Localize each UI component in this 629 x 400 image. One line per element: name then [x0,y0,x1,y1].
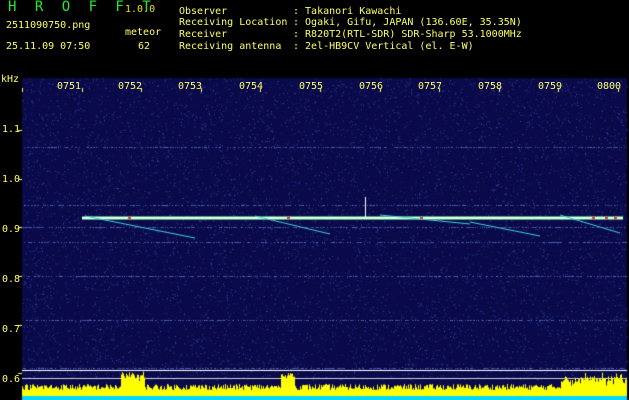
file-name: 2511090750.png [6,20,91,31]
timestamp: 25.11.09 07:50 [6,41,91,52]
y-tick-label: 1.0 [2,174,21,185]
x-tick-label: 0759 [538,81,563,92]
spectrogram-plot [0,0,629,400]
x-tick-label: 0756 [359,81,384,92]
x-tick-label: 0751 [57,81,82,92]
meteor-count: 62 [138,41,151,52]
antenna-label: Receiving antenna [179,41,282,52]
y-tick-label: 0.8 [2,274,21,285]
y-axis-unit: kHz [1,74,20,85]
x-tick-label: 0757 [418,81,443,92]
x-tick-label: 0800 [597,81,622,92]
x-tick-label: 0753 [178,81,203,92]
x-tick-label: 0758 [478,81,503,92]
x-tick-label: 0754 [239,81,264,92]
x-tick-label: 0755 [299,81,324,92]
y-tick-label: 0.9 [2,224,21,235]
y-tick-label: 0.6 [2,374,21,385]
y-tick-label: 1.1 [2,124,21,135]
antenna-value: : 2el-HB9CV Vertical (el. E-W) [293,41,474,52]
x-tick-label: 0752 [118,81,143,92]
mode-label: meteor [125,27,162,38]
app-version: 1.0.0 [125,4,156,15]
y-tick-label: 0.7 [2,324,21,335]
